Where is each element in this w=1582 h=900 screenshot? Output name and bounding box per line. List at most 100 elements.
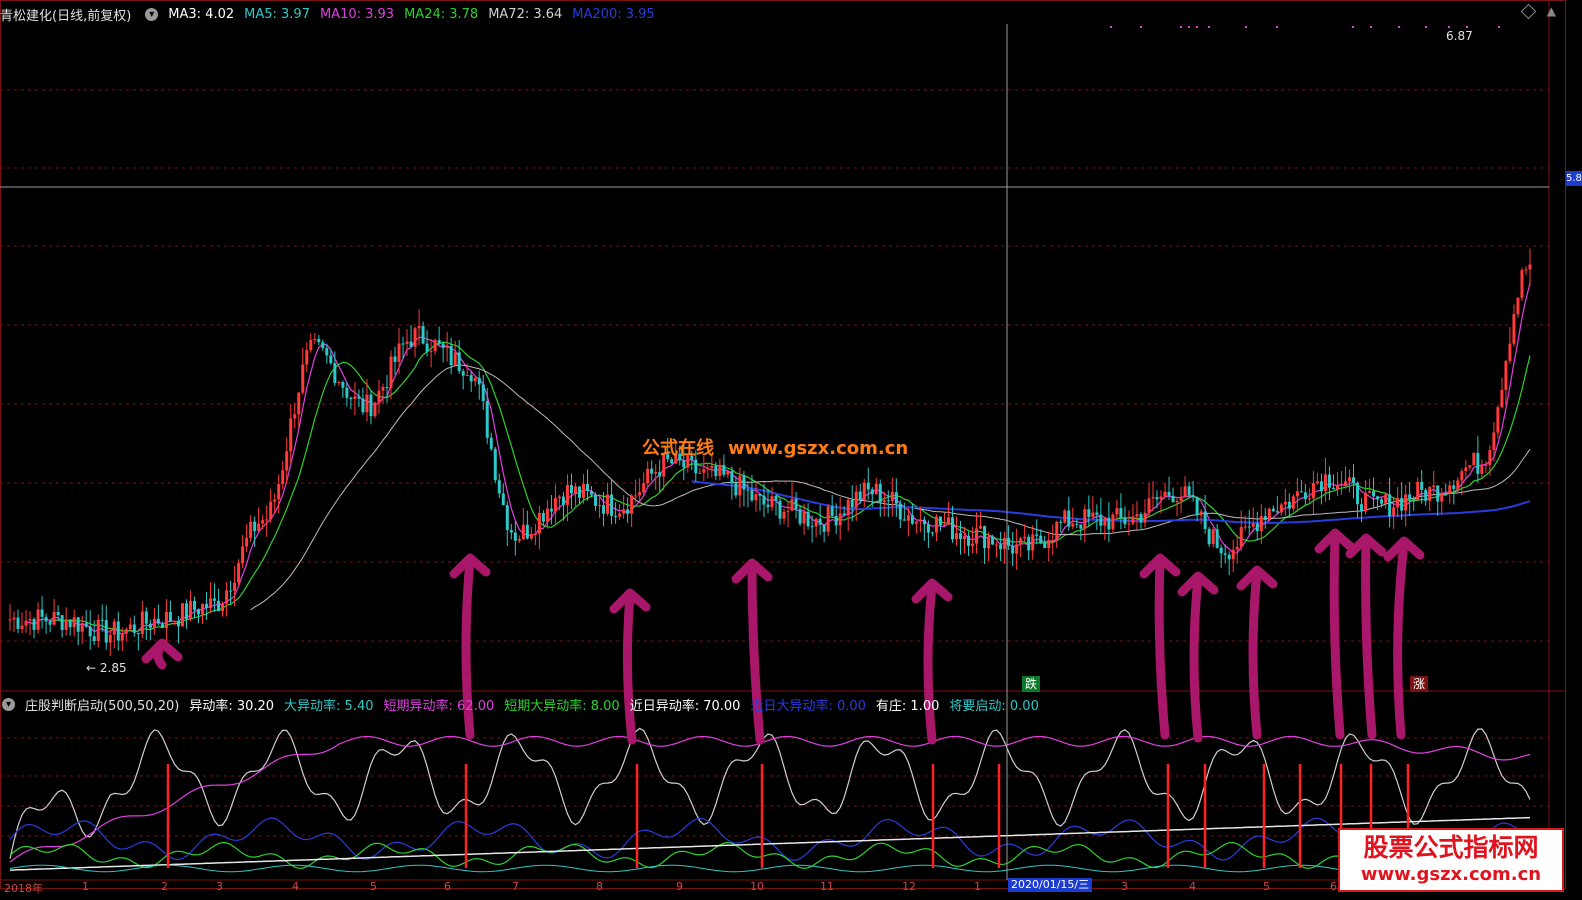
candle-body [237, 563, 241, 583]
stock-chart-window[interactable]: 6.87 ← 2.85 青松建化(日线,前复权) ▾ MA3: 4.02 MA5:… [0, 0, 1582, 900]
candle-body [999, 544, 1003, 550]
candle-body [1195, 496, 1199, 516]
candle-body [140, 611, 144, 634]
candle-body [630, 495, 634, 514]
candle-body [722, 464, 726, 475]
candle-body [1211, 529, 1215, 545]
price-tag: 5.8 [1566, 171, 1582, 186]
ind-item: 近日大异动率: 0.00 [750, 698, 866, 714]
axis-month-label: 4 [292, 880, 299, 893]
candle-body [1223, 553, 1227, 555]
candle-body [582, 484, 586, 498]
candle-body [874, 483, 878, 495]
candle-body [918, 519, 922, 522]
candle-body [397, 343, 401, 362]
candle-body [1335, 485, 1339, 490]
candle-body [1175, 500, 1179, 503]
candle-body [389, 356, 393, 388]
candle-body [1388, 494, 1392, 517]
watermark: 公式在线 www.gszx.com.cn [642, 434, 908, 460]
candle-body [946, 517, 950, 525]
candle-body [421, 326, 425, 344]
caret-up-icon[interactable]: ▲ [1547, 4, 1556, 18]
candle-body [329, 355, 333, 364]
candle-body [221, 603, 225, 612]
candle-body [638, 492, 642, 496]
candle-body [626, 509, 630, 514]
candle-body [1103, 517, 1107, 526]
candle-body [975, 528, 979, 544]
arrow-shaft [1361, 535, 1377, 740]
candle-body [1372, 491, 1376, 497]
candle-body [88, 626, 92, 637]
axis-month-label: 3 [1121, 880, 1128, 893]
candle-body [1127, 523, 1131, 525]
candle-body [1436, 485, 1440, 502]
candle-body [1167, 491, 1171, 496]
candle-body [1083, 509, 1087, 529]
candle-body [806, 511, 810, 527]
indicator-header: ▾ 庄股判断启动(500,50,20) 异动率: 30.20 大异动率: 5.4… [0, 693, 1049, 715]
candle-body [1456, 480, 1460, 489]
candle-body [481, 384, 485, 402]
axis-month-label: 11 [820, 880, 834, 893]
candle-body [1255, 523, 1259, 532]
candle-body [1416, 481, 1420, 500]
candle-body [325, 348, 329, 356]
candle-body [1267, 508, 1271, 521]
candle-body [1452, 485, 1456, 489]
candle-body [557, 496, 561, 499]
candle-body [1480, 465, 1484, 474]
ma200-label: MA200: 3.95 [572, 6, 655, 22]
indicator-title[interactable]: 庄股判断启动(500,50,20) [25, 695, 179, 714]
candle-body [1091, 512, 1095, 517]
candle-body [1516, 297, 1520, 315]
candle-body [1524, 269, 1528, 271]
axis-month-label: 8 [596, 880, 603, 893]
candle-body [172, 620, 176, 622]
candle-body [76, 617, 80, 632]
chevron-down-icon[interactable]: ▾ [145, 7, 159, 21]
candle-body [409, 341, 413, 347]
candle-body [249, 521, 253, 538]
stock-title[interactable]: 青松建化(日线,前复权) [0, 5, 131, 24]
candle-body [132, 624, 136, 633]
candle-body [1432, 485, 1436, 487]
candle-body [1067, 510, 1071, 527]
candle-body [834, 515, 838, 526]
candle-body [1199, 511, 1203, 516]
candle-body [1331, 487, 1335, 490]
candle-body [1187, 486, 1191, 496]
candle-body [449, 345, 453, 366]
candle-body [549, 508, 553, 512]
candle-body [866, 482, 870, 490]
candle-body [650, 468, 654, 474]
candle-body [501, 493, 505, 506]
candle-body [1472, 452, 1476, 466]
candle-body [1271, 508, 1275, 512]
candle-body [417, 326, 421, 329]
candle-body [850, 499, 854, 508]
candle-body [862, 482, 866, 501]
candle-body [1444, 493, 1448, 495]
candle-body [184, 603, 188, 620]
candle-body [148, 623, 152, 628]
candle-body [1319, 481, 1323, 492]
candle-body [192, 600, 196, 610]
candle-body [349, 397, 353, 400]
candle-body [493, 448, 497, 481]
chevron-down-icon[interactable]: ▾ [2, 697, 15, 711]
ma3-label: MA3: 4.02 [168, 6, 235, 22]
signal-dot [1425, 26, 1427, 28]
candle-body [209, 598, 213, 609]
candle-body [553, 498, 557, 512]
candle-body [854, 491, 858, 508]
candle-body [1087, 509, 1091, 517]
candle-body [112, 621, 116, 635]
candle-body [1055, 521, 1059, 541]
candle-body [1043, 542, 1047, 548]
candle-body [958, 533, 962, 540]
ind-item: 异动率: 30.20 [189, 698, 275, 714]
candle-body [1327, 474, 1331, 488]
candle-body [1191, 495, 1195, 497]
